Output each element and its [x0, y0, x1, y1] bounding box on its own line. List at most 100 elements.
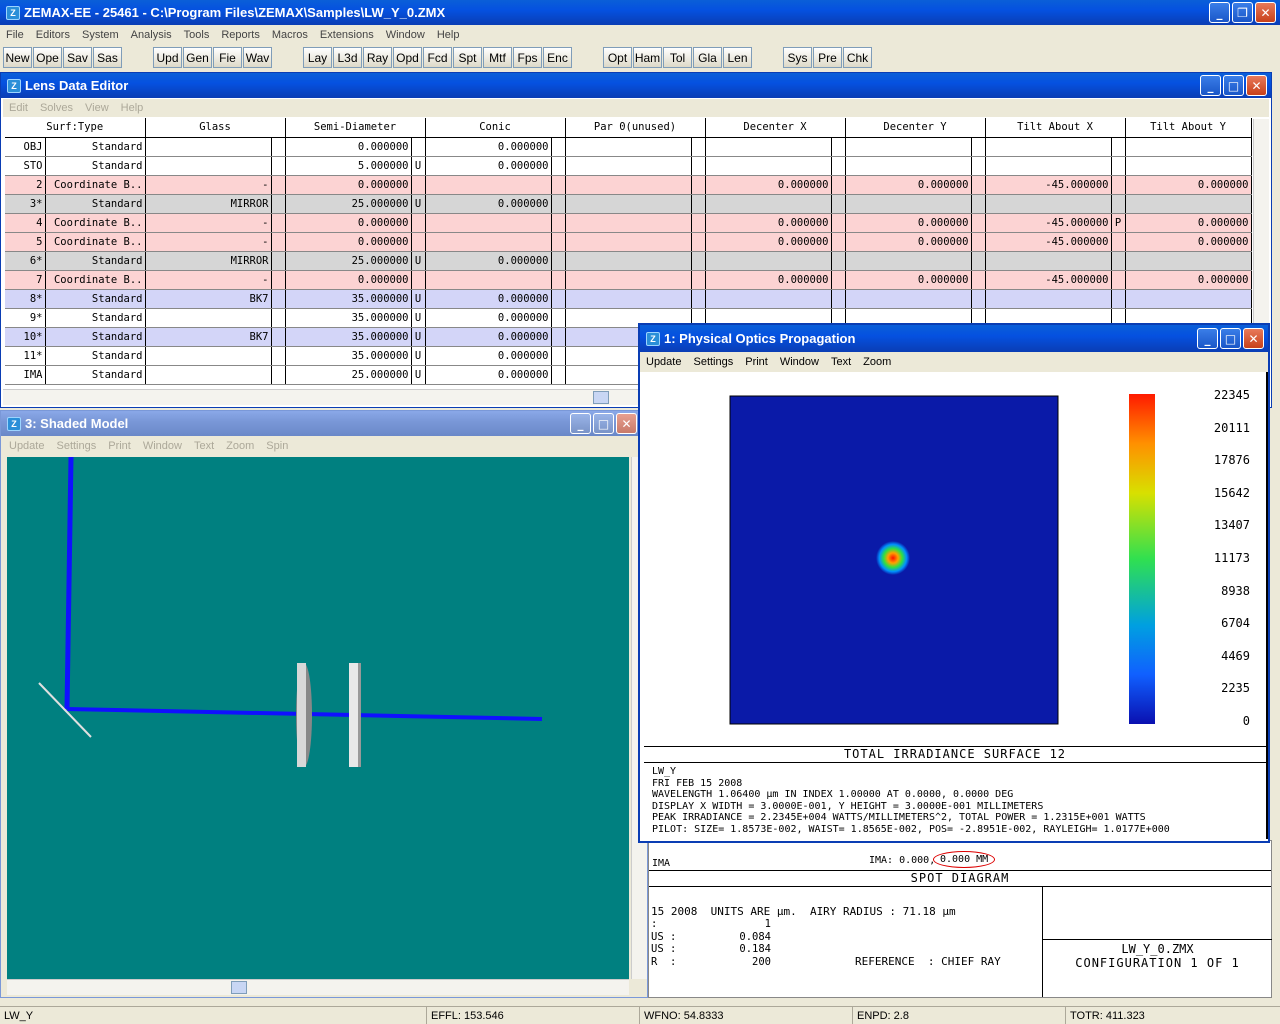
- lde-cell[interactable]: 0.000000: [285, 137, 412, 157]
- lde-cell[interactable]: Standard: [45, 156, 146, 176]
- restore-button[interactable]: ❐: [1232, 2, 1253, 23]
- lde-cell[interactable]: [425, 175, 552, 195]
- lde-cell[interactable]: [845, 194, 972, 214]
- menu-settings[interactable]: Settings: [687, 356, 739, 368]
- lde-cell[interactable]: [145, 346, 272, 366]
- lde-cell[interactable]: 2: [5, 175, 46, 195]
- lde-cell[interactable]: [565, 251, 692, 271]
- lde-cell[interactable]: [1111, 270, 1126, 290]
- lde-cell[interactable]: [985, 137, 1112, 157]
- lde-cell[interactable]: U: [411, 289, 426, 309]
- lde-cell[interactable]: [565, 213, 692, 233]
- lde-cell[interactable]: 9*: [5, 308, 46, 328]
- lde-cell[interactable]: U: [411, 308, 426, 328]
- lde-cell[interactable]: 0.000000: [285, 270, 412, 290]
- toolbar-sys-button[interactable]: Sys: [783, 47, 812, 68]
- menu-extensions[interactable]: Extensions: [314, 29, 380, 41]
- lde-cell[interactable]: Standard: [45, 308, 146, 328]
- lde-cell[interactable]: -: [145, 213, 272, 233]
- lde-cell[interactable]: 11*: [5, 346, 46, 366]
- lde-cell[interactable]: [1111, 137, 1126, 157]
- lde-cell[interactable]: [831, 137, 846, 157]
- lde-cell[interactable]: [145, 156, 272, 176]
- lde-cell[interactable]: [271, 194, 286, 214]
- lde-cell[interactable]: [551, 251, 566, 271]
- lde-cell[interactable]: [971, 137, 986, 157]
- toolbar-enc-button[interactable]: Enc: [543, 47, 572, 68]
- irradiance-plot[interactable]: [729, 395, 1059, 725]
- lde-cell[interactable]: U: [411, 365, 426, 385]
- lde-cell[interactable]: [551, 308, 566, 328]
- lde-cell[interactable]: BK7: [145, 327, 272, 347]
- lde-cell[interactable]: 4: [5, 213, 46, 233]
- lde-cell[interactable]: [551, 137, 566, 157]
- lde-cell[interactable]: 0.000000: [425, 137, 552, 157]
- shaded-hscroll-thumb[interactable]: [231, 981, 247, 994]
- lde-cell[interactable]: [845, 289, 972, 309]
- toolbar-upd-button[interactable]: Upd: [153, 47, 182, 68]
- close-button[interactable]: ✕: [1255, 2, 1276, 23]
- lde-cell[interactable]: [971, 251, 986, 271]
- lde-cell[interactable]: [551, 327, 566, 347]
- toolbar-tol-button[interactable]: Tol: [663, 47, 692, 68]
- lde-cell[interactable]: [691, 137, 706, 157]
- lde-cell[interactable]: 0.000000: [425, 308, 552, 328]
- menu-update[interactable]: Update: [3, 440, 50, 452]
- lde-cell[interactable]: BK7: [145, 289, 272, 309]
- lde-cell[interactable]: [551, 270, 566, 290]
- lde-cell[interactable]: [831, 156, 846, 176]
- lde-cell[interactable]: [271, 327, 286, 347]
- lde-cell[interactable]: [691, 194, 706, 214]
- lde-cell[interactable]: [971, 213, 986, 233]
- lde-cell[interactable]: -: [145, 175, 272, 195]
- toolbar-fie-button[interactable]: Fie: [213, 47, 242, 68]
- lde-cell[interactable]: 0.000000: [705, 175, 832, 195]
- lde-cell[interactable]: 0.000000: [425, 346, 552, 366]
- menu-text[interactable]: Text: [188, 440, 220, 452]
- lde-cell[interactable]: [831, 232, 846, 252]
- lde-cell[interactable]: -: [145, 270, 272, 290]
- lde-header-cell[interactable]: Tilt About X: [985, 118, 1126, 138]
- lde-cell[interactable]: [425, 232, 552, 252]
- lde-cell[interactable]: [1111, 251, 1126, 271]
- lde-cell[interactable]: [705, 194, 832, 214]
- toolbar-ham-button[interactable]: Ham: [633, 47, 662, 68]
- lde-cell[interactable]: Standard: [45, 327, 146, 347]
- lde-cell[interactable]: Standard: [45, 194, 146, 214]
- lde-cell[interactable]: [425, 213, 552, 233]
- toolbar-spt-button[interactable]: Spt: [453, 47, 482, 68]
- lde-cell[interactable]: [1125, 194, 1252, 214]
- lde-cell[interactable]: U: [411, 346, 426, 366]
- toolbar-gen-button[interactable]: Gen: [183, 47, 212, 68]
- lde-cell[interactable]: -: [145, 232, 272, 252]
- menu-view[interactable]: View: [79, 102, 115, 114]
- lde-cell[interactable]: [271, 137, 286, 157]
- menu-file[interactable]: File: [0, 29, 30, 41]
- lde-header-cell[interactable]: Decenter Y: [845, 118, 986, 138]
- lde-cell[interactable]: [271, 251, 286, 271]
- menu-text[interactable]: Text: [825, 356, 857, 368]
- lde-cell[interactable]: [551, 194, 566, 214]
- minimize-button[interactable]: _: [1209, 2, 1230, 23]
- lde-cell[interactable]: [691, 156, 706, 176]
- lde-cell[interactable]: [985, 251, 1112, 271]
- toolbar-len-button[interactable]: Len: [723, 47, 752, 68]
- lde-cell[interactable]: [271, 213, 286, 233]
- lde-cell[interactable]: [831, 251, 846, 271]
- lde-cell[interactable]: [551, 213, 566, 233]
- pop-maximize-button[interactable]: □: [1220, 328, 1241, 349]
- lde-cell[interactable]: [551, 175, 566, 195]
- toolbar-l3d-button[interactable]: L3d: [333, 47, 362, 68]
- lde-header-cell[interactable]: Surf:Type: [5, 118, 146, 138]
- lde-cell[interactable]: Standard: [45, 251, 146, 271]
- lde-cell[interactable]: [705, 251, 832, 271]
- toolbar-sas-button[interactable]: Sas: [93, 47, 122, 68]
- lde-cell[interactable]: [145, 308, 272, 328]
- lde-header-cell[interactable]: Glass: [145, 118, 286, 138]
- lde-cell[interactable]: [565, 232, 692, 252]
- lde-header-cell[interactable]: Conic: [425, 118, 566, 138]
- lde-cell[interactable]: 25.000000: [285, 194, 412, 214]
- lde-cell[interactable]: 0.000000: [285, 232, 412, 252]
- lde-cell[interactable]: 35.000000: [285, 327, 412, 347]
- lde-cell[interactable]: [971, 194, 986, 214]
